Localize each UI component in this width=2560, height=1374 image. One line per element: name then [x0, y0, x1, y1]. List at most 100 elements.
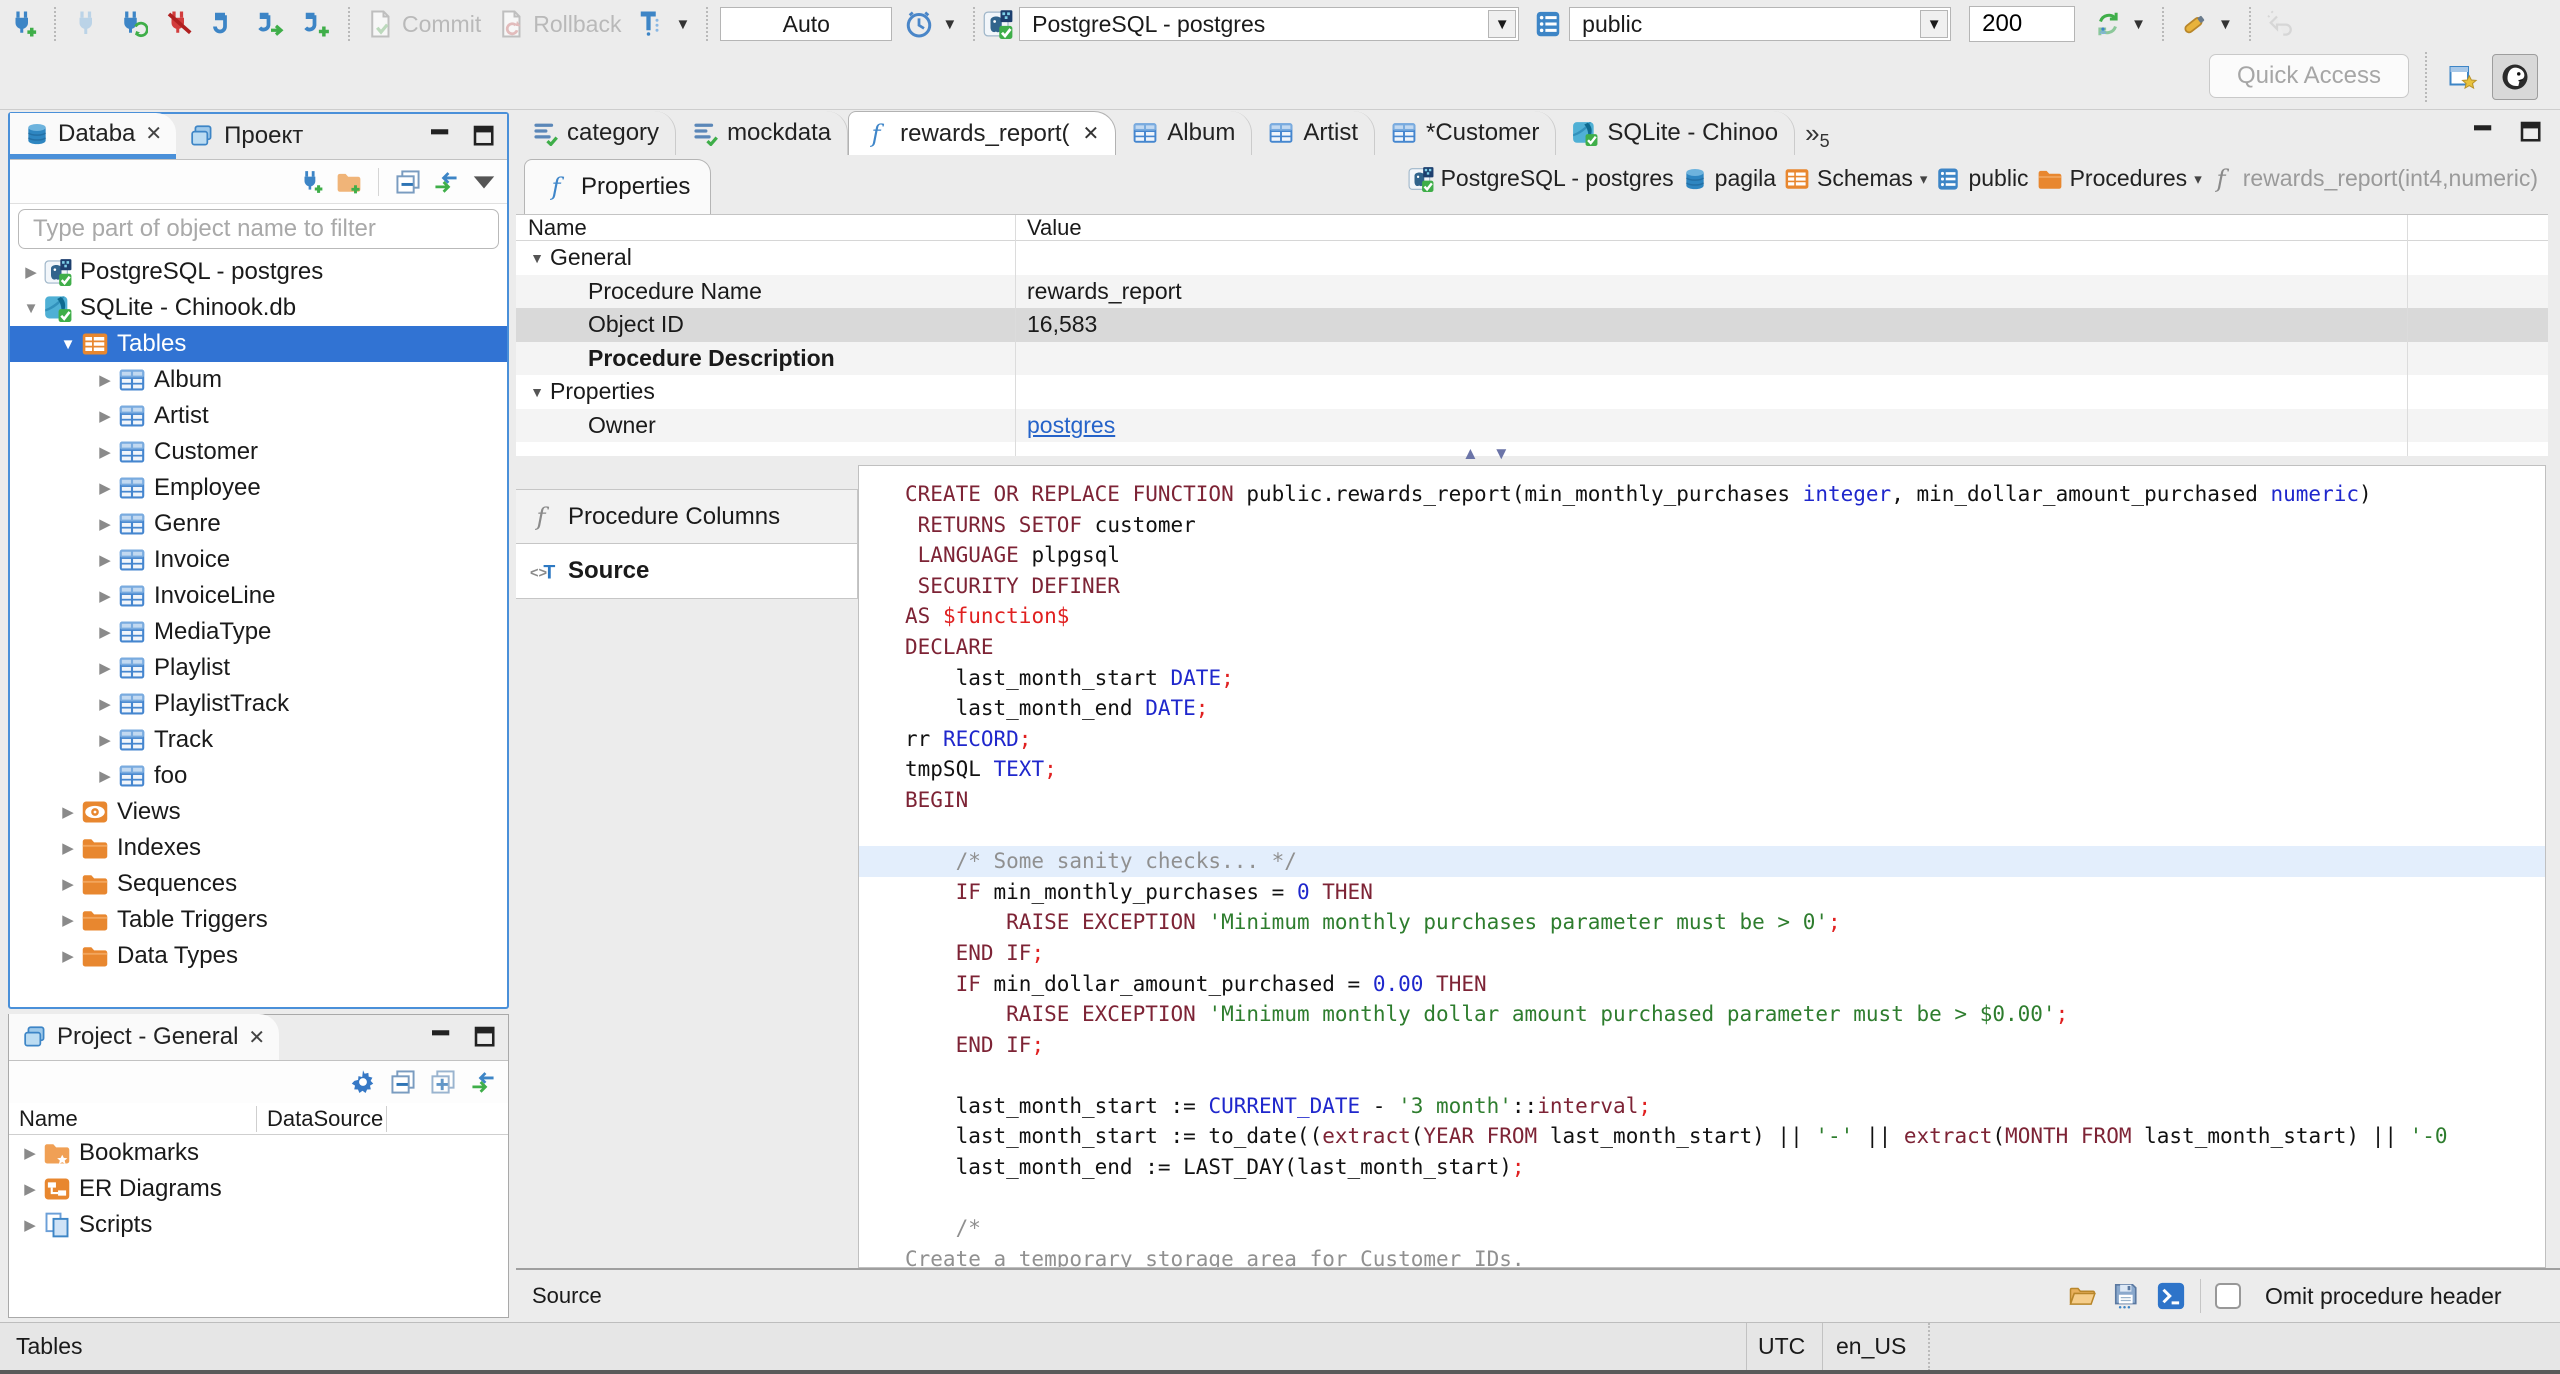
maximize-button[interactable]: [2516, 118, 2546, 146]
editor-tab-sqlite-chinoo[interactable]: SQLite - Chinoo: [1556, 111, 1796, 155]
omit-header-checkbox[interactable]: [2215, 1283, 2241, 1309]
commit-button[interactable]: Commit: [358, 4, 489, 44]
object-filter-input[interactable]: [18, 209, 499, 249]
open-in-console-icon[interactable]: [2156, 1281, 2186, 1311]
connection-dropdown-button[interactable]: ▼: [1488, 10, 1517, 38]
splitter-up-icon[interactable]: ▲: [1462, 444, 1479, 464]
project-item-er-diagrams[interactable]: ▶ ER Diagrams: [9, 1171, 508, 1207]
editor-tab-customer[interactable]: *Customer: [1375, 111, 1557, 155]
new-sql-editor-button[interactable]: [294, 4, 340, 44]
schema-dropdown-button[interactable]: ▼: [1920, 10, 1949, 38]
tab-overflow-button[interactable]: » 5: [1795, 111, 1839, 155]
editor-tab-category[interactable]: category: [516, 111, 677, 155]
editor-tab-album[interactable]: Album: [1116, 111, 1253, 155]
tree-item-tables[interactable]: ▼ Tables: [10, 326, 507, 362]
breadcrumb-public[interactable]: public: [1935, 165, 2029, 192]
tree-item-genre[interactable]: ▶ Genre: [10, 506, 507, 542]
expand-arrow-icon[interactable]: ▶: [92, 767, 118, 785]
column-header-name[interactable]: Name: [9, 1105, 257, 1132]
rollback-button[interactable]: Rollback: [489, 4, 629, 44]
expand-arrow-icon[interactable]: ▶: [92, 515, 118, 533]
link-editor-icon[interactable]: [433, 169, 459, 195]
open-file-icon[interactable]: [2068, 1281, 2098, 1311]
expand-arrow-icon[interactable]: ▶: [92, 443, 118, 461]
expand-arrow-icon[interactable]: ▶: [92, 551, 118, 569]
tree-item-playlist[interactable]: ▶ Playlist: [10, 650, 507, 686]
owner-link[interactable]: postgres: [1027, 412, 1115, 438]
expand-arrow-icon[interactable]: ▶: [92, 659, 118, 677]
collapse-all-icon[interactable]: [395, 169, 421, 195]
editor-tab-mockdata[interactable]: mockdata: [676, 111, 849, 155]
fetch-size-input[interactable]: [1969, 6, 2076, 42]
property-row-properties[interactable]: ▼ Properties: [516, 375, 2548, 409]
tree-item-invoice[interactable]: ▶ Invoice: [10, 542, 507, 578]
column-header-datasource[interactable]: DataSource: [257, 1105, 387, 1132]
back-button[interactable]: [2259, 4, 2305, 44]
expand-arrow-icon[interactable]: ▼: [524, 250, 550, 266]
chevron-down-icon[interactable]: ▾: [2194, 170, 2202, 188]
property-row-general[interactable]: ▼ General: [516, 241, 2548, 275]
tab-project-general[interactable]: Project - General ✕: [9, 1014, 280, 1060]
property-row-procedure-description[interactable]: Procedure Description: [516, 341, 2548, 375]
collapse-all-icon[interactable]: [390, 1069, 416, 1095]
close-icon[interactable]: ✕: [248, 1025, 265, 1050]
refresh-button[interactable]: ▼: [2085, 4, 2154, 44]
dbeaver-perspective-button[interactable]: [2492, 54, 2538, 100]
breadcrumb-procedures[interactable]: Procedures ▾: [2037, 165, 2202, 192]
connect-button[interactable]: [64, 4, 110, 44]
tree-item-mediatype[interactable]: ▶ MediaType: [10, 614, 507, 650]
expand-arrow-icon[interactable]: ▶: [92, 407, 118, 425]
commit-mode-combo[interactable]: Auto: [720, 7, 893, 41]
status-locale[interactable]: en_US: [1836, 1333, 1906, 1360]
gear-icon[interactable]: [350, 1069, 376, 1095]
expand-arrow-icon[interactable]: ▶: [17, 1144, 43, 1162]
expand-arrow-icon[interactable]: ▶: [92, 731, 118, 749]
expand-arrow-icon[interactable]: ▶: [92, 587, 118, 605]
pane-splitter[interactable]: ▲ ▼: [1462, 444, 1510, 464]
tab-project-explorer[interactable]: Проект: [176, 113, 317, 159]
close-icon[interactable]: ✕: [145, 121, 162, 146]
expand-arrow-icon[interactable]: ▶: [17, 1216, 43, 1234]
expand-arrow-icon[interactable]: ▶: [92, 623, 118, 641]
tree-item-data-types[interactable]: ▶ Data Types: [10, 938, 507, 974]
expand-arrow-icon[interactable]: ▶: [92, 695, 118, 713]
connection-selector[interactable]: PostgreSQL - postgres ▼: [1019, 7, 1520, 41]
minimize-button[interactable]: [2468, 118, 2498, 146]
expand-arrow-icon[interactable]: ▶: [55, 839, 81, 857]
property-row-owner[interactable]: Owner postgres: [516, 408, 2548, 442]
recent-sql-editor-button[interactable]: [248, 4, 294, 44]
tree-item-invoiceline[interactable]: ▶ InvoiceLine: [10, 578, 507, 614]
column-header-name[interactable]: Name: [516, 215, 1015, 241]
tree-item-playlisttrack[interactable]: ▶ PlaylistTrack: [10, 686, 507, 722]
subtab-procedure-columns[interactable]: f Procedure Columns: [516, 489, 858, 544]
tab-database-navigator[interactable]: Databa ✕: [10, 113, 177, 159]
maximize-button[interactable]: [469, 122, 499, 150]
tree-item-employee[interactable]: ▶ Employee: [10, 470, 507, 506]
save-icon[interactable]: [2112, 1281, 2142, 1311]
expand-arrow-icon[interactable]: ▼: [18, 300, 44, 317]
tree-item-table-triggers[interactable]: ▶ Table Triggers: [10, 902, 507, 938]
new-connection-icon[interactable]: [298, 169, 324, 195]
tree-item-sqlite-chinook-db[interactable]: ▼ SQLite - Chinook.db: [10, 290, 507, 326]
tree-item-sequences[interactable]: ▶ Sequences: [10, 866, 507, 902]
open-perspective-button[interactable]: [2440, 54, 2486, 100]
expand-arrow-icon[interactable]: ▶: [55, 875, 81, 893]
minimize-button[interactable]: [425, 122, 455, 150]
new-connection-button[interactable]: [0, 4, 46, 44]
column-divider[interactable]: [1015, 215, 1016, 456]
column-divider[interactable]: [2407, 215, 2408, 456]
expand-arrow-icon[interactable]: ▶: [17, 1180, 43, 1198]
tree-item-artist[interactable]: ▶ Artist: [10, 398, 507, 434]
source-editor[interactable]: CREATE OR REPLACE FUNCTION public.reward…: [858, 465, 2546, 1268]
tree-item-album[interactable]: ▶ Album: [10, 362, 507, 398]
expand-arrow-icon[interactable]: ▶: [55, 911, 81, 929]
status-timezone[interactable]: UTC: [1758, 1333, 1805, 1360]
view-menu-icon[interactable]: [471, 169, 497, 195]
expand-all-icon[interactable]: [430, 1069, 456, 1095]
project-item-bookmarks[interactable]: ▶ Bookmarks: [9, 1135, 508, 1171]
expand-arrow-icon[interactable]: ▶: [55, 947, 81, 965]
tree-item-customer[interactable]: ▶ Customer: [10, 434, 507, 470]
tree-item-track[interactable]: ▶ Track: [10, 722, 507, 758]
expand-arrow-icon[interactable]: ▼: [524, 384, 550, 400]
quick-access-box[interactable]: Quick Access: [2209, 54, 2409, 98]
